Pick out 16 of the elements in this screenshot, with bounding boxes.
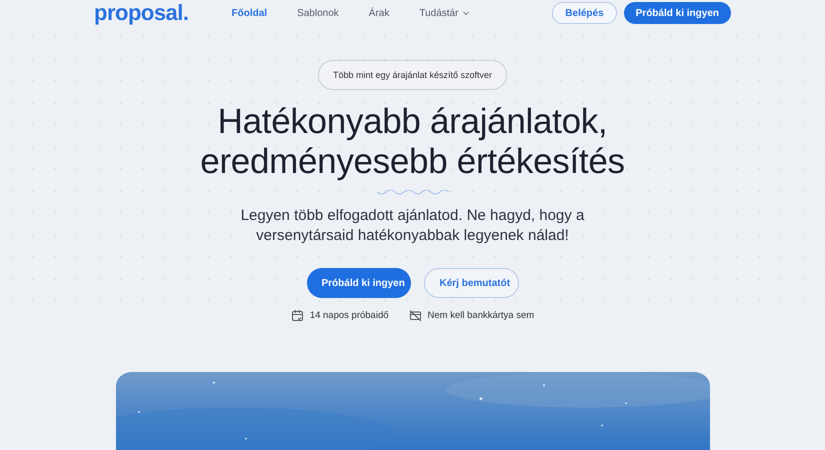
calendar-icon [290,309,304,322]
nav-link[interactable]: Tudástár [404,4,486,22]
crossed-card-icon [408,309,422,322]
feature-text: 14 napos próbaidő [310,310,389,321]
tagline-badge: Több mint egy árajánlat készítő szoftver [318,60,508,90]
hero-subtitle: Legyen több elfogadott ajánlatod. Ne hagyd, hogy a versenytársaid hatékonyabbak legyenek nálad! [240,206,586,246]
try-free-button[interactable]: Próbáld ki ingyen [306,268,410,298]
login-button[interactable]: Belépés [552,2,617,24]
hero-title: Hatékonyabb árajánlatok, eredményesebb értékesítés [200,102,625,182]
nav-link[interactable]: Főoldal [216,4,282,22]
demo-button[interactable]: Kérj bemutatót [424,268,518,298]
feature-text: Nem kell bankkártya sem [428,310,534,321]
logo[interactable]: proposal. [94,0,189,26]
nav-link[interactable]: Árak [354,4,404,22]
nav-link[interactable]: Sablonok [282,4,354,22]
try-free-button[interactable]: Próbáld ki ingyen [624,2,731,24]
